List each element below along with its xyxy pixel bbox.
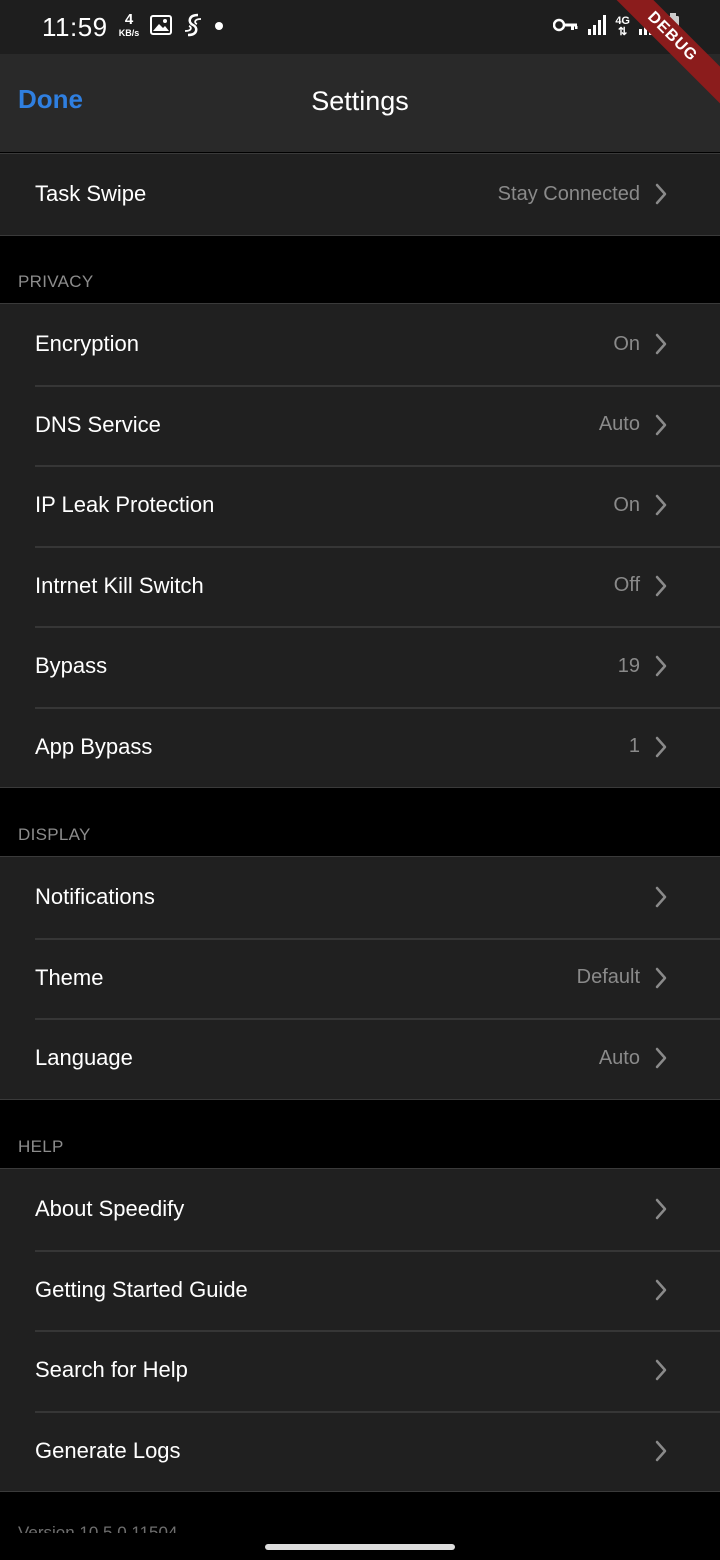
chevron-right-icon	[655, 967, 667, 988]
row-value: On	[613, 493, 640, 516]
row-value: Auto	[598, 413, 640, 436]
chevron-right-icon	[655, 1199, 667, 1220]
chevron-right-icon	[655, 1440, 667, 1461]
chevron-right-icon	[655, 334, 667, 355]
settings-row-bypass[interactable]: Bypass 19	[0, 626, 720, 707]
row-value: 19	[617, 654, 640, 677]
vpn-key-icon	[553, 17, 579, 38]
network-speed-unit: KB/s	[118, 28, 140, 38]
row-label: Language	[35, 1045, 133, 1071]
data-arrows-icon: 4G ⇅	[615, 15, 630, 38]
speedify-icon	[182, 12, 204, 43]
section-header-display: DISPLAY	[18, 825, 91, 844]
chevron-right-icon	[655, 1360, 667, 1381]
display-settings-group: Notifications Theme Default Language Aut…	[0, 856, 720, 1100]
page-title: Settings	[311, 86, 409, 116]
settings-row-ip-leak-protection[interactable]: IP Leak Protection On	[0, 465, 720, 546]
chevron-right-icon	[655, 495, 667, 516]
settings-row-search-for-help[interactable]: Search for Help	[0, 1330, 720, 1411]
chevron-right-icon	[655, 1048, 667, 1069]
row-label: IP Leak Protection	[35, 492, 215, 518]
network-type: 4G	[615, 15, 630, 27]
chevron-right-icon	[655, 414, 667, 435]
chevron-right-icon	[655, 1279, 667, 1300]
status-bar: 11:59 4 KB/s 4G ⇅	[0, 0, 720, 54]
settings-row-kill-switch[interactable]: Intrnet Kill Switch Off	[0, 545, 720, 627]
general-settings-group: Task Swipe Stay Connected	[0, 153, 720, 236]
settings-row-app-bypass[interactable]: App Bypass 1	[0, 706, 720, 788]
section-header-help: HELP	[18, 1137, 64, 1156]
settings-row-getting-started-guide[interactable]: Getting Started Guide	[0, 1249, 720, 1331]
row-label: Getting Started Guide	[35, 1276, 248, 1302]
settings-row-about-speedify[interactable]: About Speedify	[0, 1169, 720, 1250]
gallery-icon	[150, 14, 172, 40]
notification-icons	[150, 12, 224, 43]
row-label: Search for Help	[35, 1357, 188, 1383]
row-label: App Bypass	[35, 733, 153, 759]
chevron-right-icon	[655, 887, 667, 908]
chevron-right-icon	[655, 656, 667, 677]
version-text: Version 10.5.0.11504	[18, 1524, 177, 1533]
chevron-right-icon	[655, 575, 667, 596]
settings-row-encryption[interactable]: Encryption On	[0, 304, 720, 385]
row-value: 1	[628, 735, 640, 758]
home-indicator[interactable]	[265, 1544, 455, 1550]
row-value: On	[613, 332, 640, 355]
row-value: Off	[613, 574, 640, 597]
settings-row-language[interactable]: Language Auto	[0, 1018, 720, 1099]
row-label: Generate Logs	[35, 1437, 181, 1463]
settings-row-dns-service[interactable]: DNS Service Auto	[0, 384, 720, 466]
row-label: Encryption	[35, 331, 139, 357]
privacy-settings-group: Encryption On DNS Service Auto IP Leak P…	[0, 303, 720, 788]
row-label: Notifications	[35, 884, 155, 910]
row-value: Default	[576, 966, 640, 989]
network-speed: 4 KB/s	[114, 11, 144, 39]
settings-row-theme[interactable]: Theme Default	[0, 937, 720, 1019]
row-label: Bypass	[35, 653, 108, 679]
settings-row-generate-logs[interactable]: Generate Logs	[0, 1410, 720, 1492]
chevron-right-icon	[655, 736, 667, 757]
network-speed-value: 4	[124, 11, 134, 28]
navigation-bar: Done Settings	[0, 54, 720, 152]
row-label: Task Swipe	[35, 181, 147, 207]
status-time: 11:59	[42, 12, 108, 42]
row-label: DNS Service	[35, 411, 161, 437]
help-settings-group: About Speedify Getting Started Guide Sea…	[0, 1168, 720, 1492]
settings-row-task-swipe[interactable]: Task Swipe Stay Connected	[0, 154, 720, 235]
chevron-right-icon	[655, 184, 667, 205]
row-value: Stay Connected	[497, 182, 640, 205]
dot-icon	[214, 18, 224, 36]
settings-row-notifications[interactable]: Notifications	[0, 857, 720, 938]
signal-icon	[587, 14, 607, 41]
section-header-privacy: PRIVACY	[18, 272, 94, 291]
row-label: Intrnet Kill Switch	[35, 572, 204, 598]
row-label: About Speedify	[35, 1196, 185, 1222]
row-value: Auto	[598, 1046, 640, 1069]
row-label: Theme	[35, 964, 104, 990]
